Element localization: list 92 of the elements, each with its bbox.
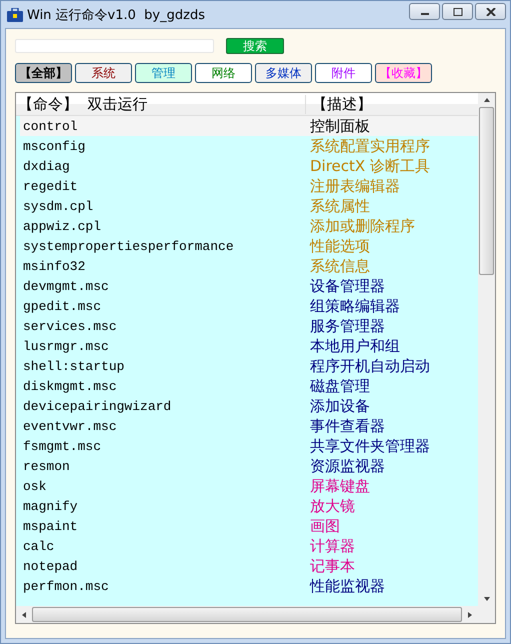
description-cell: 事件查看器 <box>310 416 385 436</box>
list-row[interactable]: services.msc 服务管理器 <box>20 316 478 336</box>
description-cell: 计算器 <box>310 536 355 556</box>
description-cell: 添加或删除程序 <box>310 216 415 236</box>
command-cell-text: osk <box>22 478 48 494</box>
command-cell-text: msinfo32 <box>22 258 86 274</box>
command-cell-text: eventvwr.msc <box>22 418 118 434</box>
category-tab[interactable]: 【全部】 <box>15 63 72 83</box>
command-cell-text: gpedit.msc <box>22 298 102 314</box>
description-cell: 磁盘管理 <box>310 376 370 396</box>
command-cell-text: mspaint <box>22 518 79 534</box>
column-header[interactable]: 【命令】 双击运行 <box>16 94 306 114</box>
description-cell: 程序开机自动启动 <box>310 356 430 376</box>
category-tab[interactable]: 附件 <box>315 63 372 83</box>
description-cell: 服务管理器 <box>310 316 385 336</box>
list-row[interactable]: gpedit.msc 组策略编辑器 <box>20 296 478 316</box>
description-cell: 设备管理器 <box>310 276 385 296</box>
list-row[interactable]: systempropertiesperformance 性能选项 <box>20 236 478 256</box>
description-cell: 共享文件夹管理器 <box>310 436 430 456</box>
description-cell: 资源监视器 <box>310 456 385 476</box>
command-cell-text: systempropertiesperformance <box>22 238 235 254</box>
list-row[interactable]: dxdiag DirectX 诊断工具 <box>20 156 478 176</box>
command-cell-text: dxdiag <box>22 158 71 174</box>
description-cell: 组策略编辑器 <box>310 296 400 316</box>
command-cell-text: lusrmgr.msc <box>22 338 110 354</box>
description-cell: 屏幕键盘 <box>310 476 370 496</box>
command-cell-text: fsmgmt.msc <box>22 438 102 454</box>
command-cell-text: services.msc <box>22 318 118 334</box>
command-cell-text: shell:startup <box>22 358 126 374</box>
list-row[interactable]: msconfig 系统配置实用程序 <box>20 136 478 156</box>
vertical-scrollbar[interactable] <box>478 93 495 623</box>
horizontal-scrollbar[interactable] <box>16 606 478 623</box>
description-cell: 放大镜 <box>310 496 355 516</box>
command-cell-text: magnify <box>22 498 79 514</box>
list-row[interactable]: control 控制面板 <box>20 116 478 136</box>
command-cell-text: perfmon.msc <box>22 578 110 594</box>
command-cell-text: devicepairingwizard <box>22 398 172 414</box>
category-tab[interactable]: 管理 <box>135 63 192 83</box>
command-cell-text: calc <box>22 538 56 554</box>
list-row[interactable]: perfmon.msc 性能监视器 <box>20 576 478 596</box>
list-row[interactable]: osk 屏幕键盘 <box>20 476 478 496</box>
list-row[interactable]: calc 计算器 <box>20 536 478 556</box>
list-row[interactable]: shell:startup 程序开机自动启动 <box>20 356 478 376</box>
list-row[interactable]: appwiz.cpl 添加或删除程序 <box>20 216 478 236</box>
scroll-thumb[interactable] <box>479 107 494 275</box>
list-row[interactable]: mspaint 画图 <box>20 516 478 536</box>
list-row[interactable]: magnify 放大镜 <box>20 496 478 516</box>
list-row[interactable]: fsmgmt.msc 共享文件夹管理器 <box>20 436 478 456</box>
list-row[interactable]: lusrmgr.msc 本地用户和组 <box>20 336 478 356</box>
list-row[interactable]: sysdm.cpl 系统属性 <box>20 196 478 216</box>
command-cell-text: devmgmt.msc <box>22 278 110 294</box>
description-cell: 注册表编辑器 <box>310 176 400 196</box>
list-row[interactable]: devmgmt.msc 设备管理器 <box>20 276 478 296</box>
list-row[interactable]: resmon 资源监视器 <box>20 456 478 476</box>
list-row[interactable]: devicepairingwizard 添加设备 <box>20 396 478 416</box>
command-cell-text: resmon <box>22 458 71 474</box>
description-cell: 系统信息 <box>310 256 370 276</box>
category-tab[interactable]: 网络 <box>195 63 252 83</box>
toolbox-icon <box>7 8 23 22</box>
list-row[interactable]: diskmgmt.msc 磁盘管理 <box>20 376 478 396</box>
scroll-thumb[interactable] <box>32 607 462 622</box>
list-row[interactable]: notepad 记事本 <box>20 556 478 576</box>
command-cell-text: notepad <box>22 558 79 574</box>
search-field[interactable] <box>15 39 214 53</box>
description-cell: 性能选项 <box>310 236 370 256</box>
description-cell: 性能监视器 <box>310 576 385 596</box>
description-cell: 系统属性 <box>310 196 370 216</box>
minimize-button[interactable] <box>409 3 440 20</box>
description-cell: 添加设备 <box>310 396 370 416</box>
maximize-button[interactable] <box>442 3 473 20</box>
description-cell: 系统配置实用程序 <box>310 136 430 156</box>
list-row[interactable]: regedit 注册表编辑器 <box>20 176 478 196</box>
description-cell: 记事本 <box>310 556 355 576</box>
command-cell-text: sysdm.cpl <box>22 198 94 214</box>
description-cell: DirectX 诊断工具 <box>310 156 430 176</box>
list-row[interactable]: eventvwr.msc 事件查看器 <box>20 416 478 436</box>
window-title: Win 运行命令v1.0 by_gdzds <box>27 6 205 24</box>
command-cell-text: diskmgmt.msc <box>22 378 118 394</box>
command-cell-text: regedit <box>22 178 79 194</box>
category-tab[interactable]: 系统 <box>75 63 132 83</box>
list-row[interactable]: msinfo32 系统信息 <box>20 256 478 276</box>
description-cell: 画图 <box>310 516 340 536</box>
column-header[interactable]: 【描述】 <box>306 94 372 114</box>
command-cell-text: msconfig <box>22 138 86 154</box>
close-icon <box>486 8 496 16</box>
command-cell-text: appwiz.cpl <box>22 218 102 234</box>
maximize-icon <box>452 8 462 16</box>
close-button[interactable] <box>475 3 506 20</box>
command-cell-text: control <box>22 118 79 134</box>
description-cell: 控制面板 <box>310 116 370 136</box>
description-cell: 本地用户和组 <box>310 336 400 356</box>
category-tab[interactable]: 多媒体 <box>255 63 312 83</box>
